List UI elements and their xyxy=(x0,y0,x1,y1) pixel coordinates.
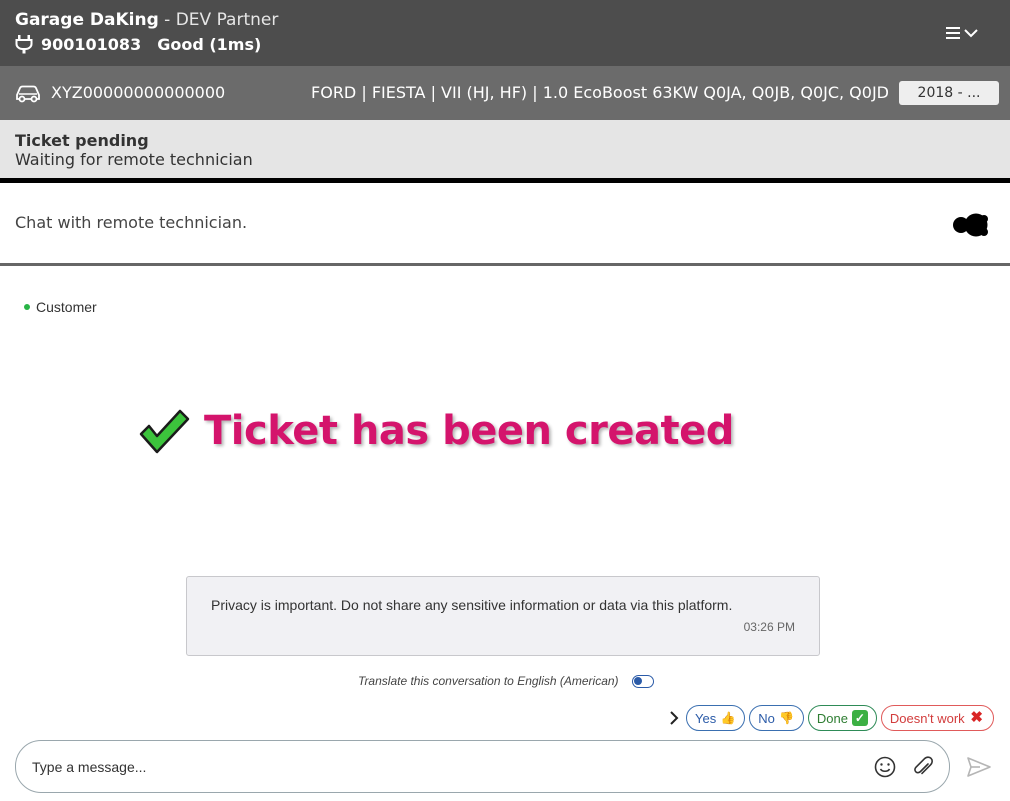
quick-reply-yes-label: Yes xyxy=(695,710,717,726)
vehicle-model: FORD | FIESTA | VII (HJ, HF) | 1.0 EcoBo… xyxy=(311,83,889,102)
garage-name: Garage DaKing xyxy=(15,10,159,30)
chat-bubbles-logo-icon xyxy=(953,213,988,237)
system-message: Privacy is important. Do not share any s… xyxy=(186,576,820,656)
quick-reply-doesnt-work-label: Doesn't work xyxy=(889,710,965,726)
message-composer xyxy=(15,740,950,793)
app-header: Garage DaKing - DEV Partner 900101083 Go… xyxy=(0,0,1010,66)
garage-title: Garage DaKing - DEV Partner xyxy=(15,10,278,30)
hamburger-menu-icon xyxy=(946,27,960,39)
emoji-icon[interactable] xyxy=(874,756,896,778)
thumbs-down-icon: 👎 xyxy=(779,711,795,725)
vehicle-year-button[interactable]: 2018 - ... xyxy=(899,81,999,105)
paperclip-icon[interactable] xyxy=(912,755,934,779)
ticket-status-panel: Ticket pending Waiting for remote techni… xyxy=(0,120,1010,179)
vehicle-bar: XYZ00000000000000 FORD | FIESTA | VII (H… xyxy=(0,66,1010,120)
check-box-icon: ✓ xyxy=(851,710,868,726)
online-status-icon xyxy=(24,304,30,310)
system-message-text: Privacy is important. Do not share any s… xyxy=(211,597,733,613)
chevron-down-icon xyxy=(964,29,978,38)
ticket-status-title: Ticket pending xyxy=(15,131,149,150)
message-input[interactable] xyxy=(32,755,852,779)
car-icon xyxy=(16,85,40,103)
participant-label: Customer xyxy=(24,299,97,315)
thumbs-up-icon: 👍 xyxy=(720,711,736,725)
chat-header: Chat with remote technician. xyxy=(0,183,1010,263)
connection-info: 900101083 Good (1ms) xyxy=(15,34,261,54)
quick-reply-no[interactable]: No 👎 xyxy=(749,705,804,731)
chevron-right-icon[interactable] xyxy=(668,711,680,725)
toggle-knob xyxy=(633,676,642,685)
connection-status: Good (1ms) xyxy=(157,34,262,54)
send-icon[interactable] xyxy=(966,755,992,779)
translate-row: Translate this conversation to English (… xyxy=(358,674,654,688)
divider xyxy=(0,263,1010,266)
quick-reply-no-label: No xyxy=(758,710,775,726)
vehicle-vin: XYZ00000000000000 xyxy=(51,83,226,102)
ticket-status-subtitle: Waiting for remote technician xyxy=(15,150,253,169)
system-message-time: 03:26 PM xyxy=(743,620,795,634)
quick-reply-yes[interactable]: Yes 👍 xyxy=(686,705,746,731)
plug-icon xyxy=(15,35,33,54)
menu-button[interactable] xyxy=(946,22,986,44)
quick-reply-done-label: Done xyxy=(816,710,848,726)
quick-reply-done[interactable]: Done ✓ xyxy=(807,705,877,731)
ticket-created-text: Ticket has been created xyxy=(204,408,734,454)
translate-toggle[interactable] xyxy=(631,674,654,688)
participant-name: Customer xyxy=(36,299,97,315)
chat-title: Chat with remote technician. xyxy=(15,213,248,232)
partner-label: - DEV Partner xyxy=(158,10,279,30)
cross-mark-icon: ✖ xyxy=(970,709,983,726)
translate-label: Translate this conversation to English (… xyxy=(358,674,619,688)
ticket-created-banner: Ticket has been created xyxy=(138,408,734,454)
quick-reply-doesnt-work[interactable]: Doesn't work ✖ xyxy=(880,705,994,731)
quick-replies: Yes 👍 No 👎 Done ✓ Doesn't work ✖ xyxy=(668,705,994,731)
account-id: 900101083 xyxy=(41,34,142,54)
check-mark-icon xyxy=(139,409,190,454)
